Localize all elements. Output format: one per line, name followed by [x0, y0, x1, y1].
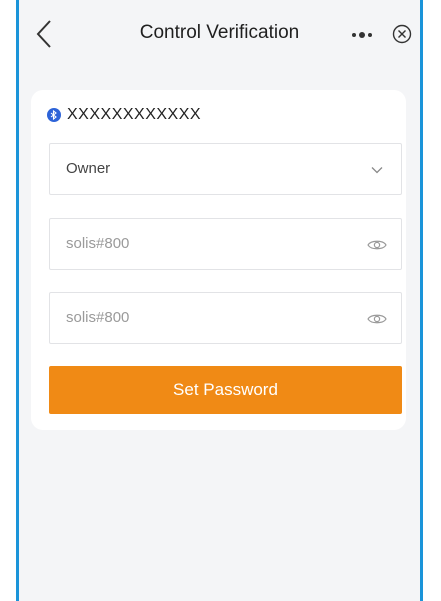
close-circle-icon — [392, 24, 412, 44]
more-button[interactable] — [350, 28, 374, 42]
bluetooth-icon — [47, 108, 61, 122]
close-button[interactable] — [390, 22, 414, 46]
eye-toggle-icon[interactable] — [367, 235, 387, 255]
chevron-down-icon — [367, 160, 387, 180]
password-field[interactable]: solis#800 — [49, 218, 402, 270]
confirm-password-field[interactable]: solis#800 — [49, 292, 402, 344]
verification-card: XXXXXXXXXXXX Owner solis#800 solis#800 S… — [31, 90, 406, 430]
role-select-value: Owner — [66, 160, 111, 177]
role-select[interactable]: Owner — [49, 143, 402, 195]
more-dots-icon — [352, 32, 372, 38]
device-header: XXXXXXXXXXXX — [47, 104, 201, 126]
app-frame: Control Verification XXXXXXXXXXXX Owner … — [16, 0, 423, 601]
navigation-bar: Control Verification — [19, 0, 420, 70]
eye-toggle-icon[interactable] — [367, 309, 387, 329]
set-password-button[interactable]: Set Password — [49, 366, 402, 414]
confirm-password-field-value: solis#800 — [66, 309, 130, 326]
device-name: XXXXXXXXXXXX — [67, 106, 202, 123]
password-field-value: solis#800 — [66, 235, 130, 252]
